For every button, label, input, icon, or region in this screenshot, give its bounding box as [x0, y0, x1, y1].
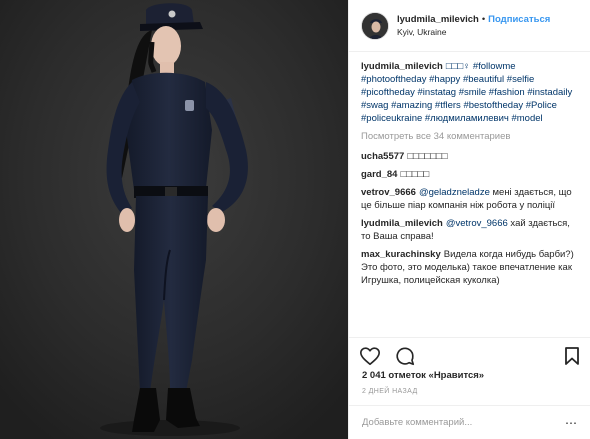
bookmark-icon[interactable]: [563, 346, 581, 366]
add-comment-bar: ⋯: [349, 405, 590, 439]
avatar-image: [362, 12, 388, 39]
comment-item: max_kurachinsky Видела когда нибудь барби…: [361, 248, 578, 287]
action-bar: [349, 337, 590, 373]
comment-text: □□□□□: [400, 169, 430, 180]
post-side-panel: lyudmila_milevich • Подписаться Kyiv, Uk…: [348, 0, 590, 439]
caption-username[interactable]: lyudmila_milevich: [361, 61, 443, 72]
post-photo[interactable]: [0, 0, 348, 439]
comment-item: gard_84 □□□□□: [361, 168, 578, 181]
likes-count[interactable]: 2 041 отметок «Нравится»: [362, 370, 484, 381]
comment-mention[interactable]: @vetrov_9666: [446, 218, 508, 229]
comments-list: lyudmila_milevich □□□♀ #followme #photoof…: [349, 52, 590, 335]
header-top-row: lyudmila_milevich • Подписаться: [397, 14, 550, 25]
comment-item: vetrov_9666 @geladzneladze мені здається,…: [361, 186, 578, 212]
header-username[interactable]: lyudmila_milevich: [397, 14, 479, 25]
more-options-icon[interactable]: ⋯: [565, 416, 578, 430]
heart-icon[interactable]: [359, 345, 381, 367]
add-comment-input[interactable]: [362, 417, 562, 428]
comment-item: lyudmila_milevich @vetrov_9666 хай здаєть…: [361, 217, 578, 243]
comment-username[interactable]: max_kurachinsky: [361, 249, 441, 260]
police-woman-photo: [0, 0, 348, 439]
post-timestamp: 2 ДНЕЙ НАЗАД: [362, 388, 418, 395]
follow-button[interactable]: Подписаться: [488, 14, 550, 25]
comment-icon[interactable]: [394, 345, 416, 367]
comment-username[interactable]: gard_84: [361, 169, 397, 180]
avatar[interactable]: [361, 11, 389, 40]
comment-text: □□□□□□□: [407, 151, 448, 162]
comment-username[interactable]: ucha5577: [361, 151, 404, 162]
instagram-post: lyudmila_milevich • Подписаться Kyiv, Uk…: [0, 0, 590, 439]
location-link[interactable]: Kyiv, Ukraine: [397, 27, 550, 37]
view-all-comments-link[interactable]: Посмотреть все 34 комментариев: [361, 131, 578, 142]
comment-username[interactable]: lyudmila_milevich: [361, 218, 443, 229]
comment-mention[interactable]: @geladzneladze: [419, 187, 490, 198]
comment-username[interactable]: vetrov_9666: [361, 187, 416, 198]
caption: lyudmila_milevich □□□♀ #followme #photoof…: [361, 60, 578, 125]
separator-dot: •: [481, 14, 486, 25]
comment-item: ucha5577 □□□□□□□: [361, 150, 578, 163]
post-header: lyudmila_milevich • Подписаться Kyiv, Uk…: [349, 0, 590, 52]
header-text: lyudmila_milevich • Подписаться Kyiv, Uk…: [397, 14, 550, 37]
